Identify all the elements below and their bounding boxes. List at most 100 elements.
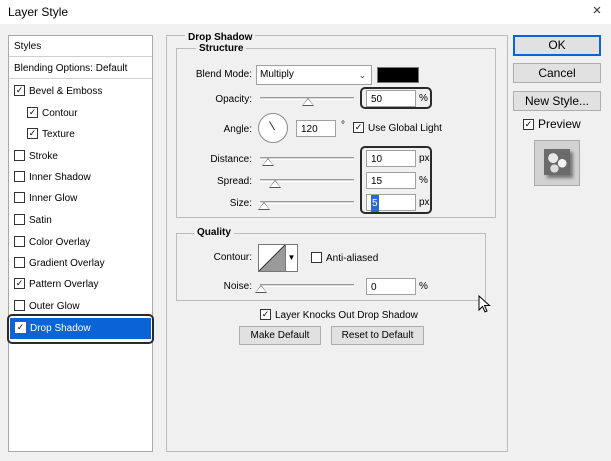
- style-item-label: Inner Glow: [29, 193, 78, 204]
- contour-dropdown-arrow[interactable]: ▼: [286, 244, 298, 272]
- style-item-label: Stroke: [29, 151, 58, 162]
- opacity-unit: %: [419, 93, 428, 104]
- use-global-light-label: Use Global Light: [368, 123, 442, 134]
- style-item-label: Gradient Overlay: [29, 258, 105, 269]
- use-global-light-option[interactable]: Use Global Light: [353, 122, 442, 134]
- distance-slider-track[interactable]: [260, 157, 354, 160]
- styles-header[interactable]: Styles: [9, 36, 152, 57]
- size-slider-thumb[interactable]: [258, 202, 270, 210]
- style-item-label: Outer Glow: [29, 301, 80, 312]
- angle-unit: °: [341, 120, 345, 131]
- use-global-light-checkbox[interactable]: [353, 122, 364, 133]
- chevron-down-icon: ⌄: [358, 70, 366, 80]
- style-item-label: Pattern Overlay: [29, 279, 99, 290]
- preview-option[interactable]: Preview: [523, 117, 581, 131]
- distance-input[interactable]: 10: [366, 150, 416, 167]
- bevel-emboss-checkbox[interactable]: [14, 85, 25, 96]
- size-slider-track[interactable]: [260, 201, 354, 204]
- texture-checkbox[interactable]: [27, 128, 38, 139]
- mouse-cursor-icon: [478, 295, 491, 313]
- new-style-button[interactable]: New Style...: [513, 91, 601, 111]
- size-unit: px: [419, 197, 430, 208]
- noise-slider-thumb[interactable]: [255, 285, 267, 293]
- size-input[interactable]: 5: [366, 194, 416, 212]
- angle-needle-icon: [269, 121, 275, 131]
- drop-shadow-highlight-ring: [7, 314, 154, 344]
- spread-unit: %: [419, 175, 428, 186]
- anti-aliased-label: Anti-aliased: [326, 253, 379, 264]
- structure-title: Structure: [196, 43, 247, 54]
- inner-shadow-checkbox[interactable]: [14, 171, 25, 182]
- contour-label: Contour:: [213, 252, 252, 263]
- stroke-checkbox[interactable]: [14, 150, 25, 161]
- close-icon[interactable]: ×: [588, 2, 606, 20]
- layer-knocks-out-option[interactable]: Layer Knocks Out Drop Shadow: [260, 309, 418, 321]
- blending-options-item[interactable]: Blending Options: Default: [9, 58, 152, 79]
- spread-label: Spread:: [216, 176, 252, 187]
- blend-mode-dropdown[interactable]: Multiply ⌄: [256, 65, 372, 85]
- outer-glow-checkbox[interactable]: [14, 300, 25, 311]
- distance-unit: px: [419, 153, 430, 164]
- layer-knocks-out-label: Layer Knocks Out Drop Shadow: [275, 310, 418, 321]
- blend-mode-label: Blend Mode:: [195, 69, 252, 80]
- preview-label: Preview: [538, 117, 581, 131]
- style-item-gradient-overlay[interactable]: Gradient Overlay: [9, 253, 152, 274]
- inner-glow-checkbox[interactable]: [14, 192, 25, 203]
- opacity-slider-thumb[interactable]: [302, 98, 314, 106]
- style-item-color-overlay[interactable]: Color Overlay: [9, 232, 152, 253]
- gradient-overlay-checkbox[interactable]: [14, 257, 25, 268]
- style-preview-box: [534, 140, 580, 186]
- contour-linear-icon: [259, 245, 285, 271]
- spread-input[interactable]: 15: [366, 172, 416, 189]
- size-label: Size:: [229, 198, 252, 209]
- style-item-label: Bevel & Emboss: [29, 86, 103, 97]
- contour-picker[interactable]: [258, 244, 286, 272]
- size-value-selected: 5: [371, 195, 379, 212]
- angle-input[interactable]: 120: [296, 120, 336, 137]
- angle-dial[interactable]: [258, 113, 288, 143]
- satin-checkbox[interactable]: [14, 214, 25, 225]
- preview-checkbox[interactable]: [523, 119, 534, 130]
- pattern-overlay-checkbox[interactable]: [14, 278, 25, 289]
- drop-shadow-title: Drop Shadow: [185, 32, 256, 43]
- style-item-contour[interactable]: Contour: [9, 103, 152, 124]
- style-item-satin[interactable]: Satin: [9, 210, 152, 231]
- opacity-label: Opacity:: [215, 94, 252, 105]
- style-item-inner-shadow[interactable]: Inner Shadow: [9, 167, 152, 188]
- anti-aliased-checkbox[interactable]: [311, 252, 322, 263]
- noise-unit: %: [419, 281, 428, 292]
- shadow-color-swatch[interactable]: [377, 67, 419, 83]
- style-item-texture[interactable]: Texture: [9, 124, 152, 145]
- noise-slider-track[interactable]: [260, 284, 354, 287]
- window-title: Layer Style: [8, 5, 69, 19]
- style-item-label: Satin: [29, 215, 52, 226]
- style-item-inner-glow[interactable]: Inner Glow: [9, 188, 152, 209]
- preview-thumbnail: [544, 149, 570, 175]
- style-item-label: Texture: [42, 129, 75, 140]
- reset-to-default-button[interactable]: Reset to Default: [331, 326, 424, 345]
- anti-aliased-option[interactable]: Anti-aliased: [311, 252, 378, 264]
- angle-label: Angle:: [223, 124, 252, 135]
- spread-slider-thumb[interactable]: [269, 180, 281, 188]
- distance-label: Distance:: [210, 154, 252, 165]
- style-item-stroke[interactable]: Stroke: [9, 146, 152, 167]
- make-default-button[interactable]: Make Default: [239, 326, 321, 345]
- style-item-pattern-overlay[interactable]: Pattern Overlay: [9, 274, 152, 295]
- style-item-label: Color Overlay: [29, 237, 91, 248]
- quality-title: Quality: [194, 227, 234, 238]
- style-item-label: Inner Shadow: [29, 172, 91, 183]
- color-overlay-checkbox[interactable]: [14, 236, 25, 247]
- style-item-label: Contour: [42, 108, 78, 119]
- styles-list: Styles Blending Options: Default Bevel &…: [8, 35, 153, 452]
- distance-slider-thumb[interactable]: [262, 158, 274, 166]
- opacity-input[interactable]: 50: [366, 90, 416, 107]
- layer-knocks-out-checkbox[interactable]: [260, 309, 271, 320]
- ok-button[interactable]: OK: [513, 35, 601, 56]
- contour-checkbox[interactable]: [27, 107, 38, 118]
- blend-mode-value: Multiply: [260, 69, 294, 80]
- style-item-bevel-emboss[interactable]: Bevel & Emboss: [9, 81, 152, 102]
- title-bar: [0, 0, 611, 24]
- noise-input[interactable]: 0: [366, 278, 416, 295]
- noise-label: Noise:: [223, 281, 252, 292]
- cancel-button[interactable]: Cancel: [513, 63, 601, 83]
